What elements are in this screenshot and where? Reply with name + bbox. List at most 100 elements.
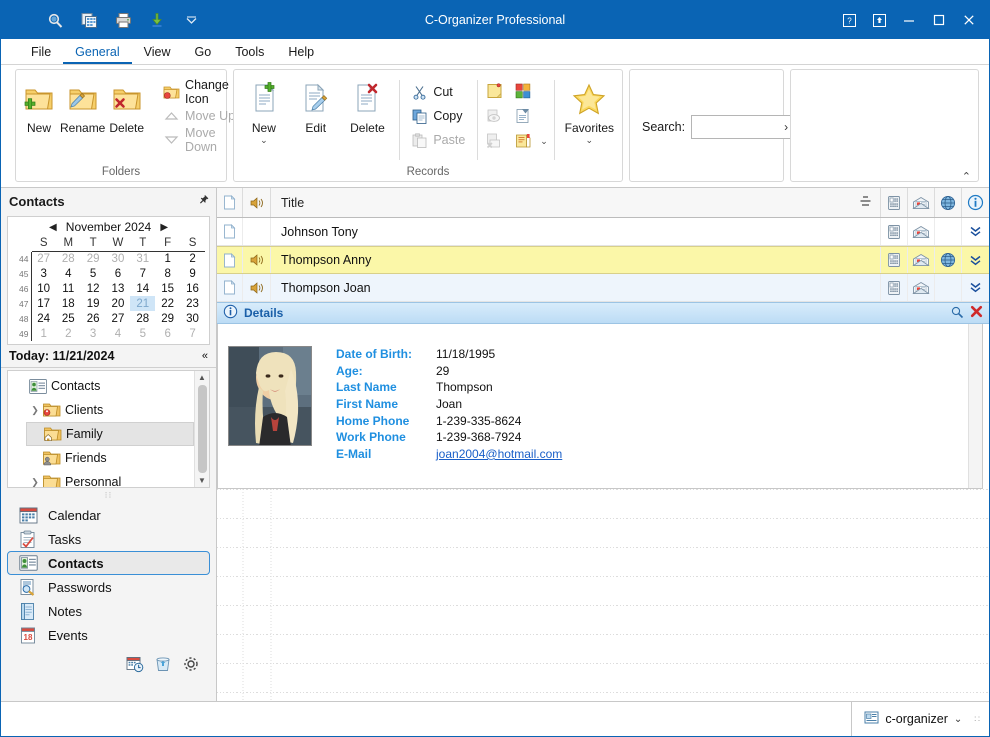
calendar-day[interactable]: 17	[31, 296, 56, 311]
table-row[interactable]: Thompson Anny	[217, 246, 989, 274]
calendar-day[interactable]: 29	[81, 251, 106, 266]
search-go-icon[interactable]: ›	[784, 120, 788, 134]
column-header-phone[interactable]	[881, 188, 908, 217]
calendar-day[interactable]: 5	[130, 326, 155, 341]
calendar-day[interactable]: 27	[31, 251, 56, 266]
calendar-day[interactable]: 7	[180, 326, 205, 341]
calendar-day[interactable]: 23	[180, 296, 205, 311]
delete-print-icon[interactable]	[484, 130, 506, 152]
tree-node-friends[interactable]: Friends	[26, 446, 194, 470]
send-mail-icon[interactable]	[512, 130, 534, 152]
row-document-icon[interactable]	[217, 218, 243, 245]
chevron-down-icon[interactable]: ⌄	[954, 714, 962, 725]
search-icon[interactable]	[43, 8, 67, 32]
row-document-icon[interactable]	[217, 274, 243, 301]
column-header-sound[interactable]	[243, 188, 271, 217]
row-web-icon[interactable]	[935, 218, 962, 245]
row-expand-button[interactable]	[962, 218, 989, 245]
calendar-day[interactable]: 1	[155, 251, 180, 266]
calendar-day[interactable]: 2	[180, 251, 205, 266]
settings-gear-icon[interactable]	[182, 655, 200, 676]
calendar-day[interactable]: 16	[180, 281, 205, 296]
menu-item-go[interactable]: Go	[183, 42, 224, 64]
folder-rename-button[interactable]: Rename	[58, 76, 107, 137]
row-web-icon[interactable]	[935, 247, 962, 273]
close-red-icon[interactable]	[970, 305, 983, 321]
row-web-icon[interactable]	[935, 274, 962, 301]
calendar-day[interactable]: 13	[106, 281, 131, 296]
calendar-day[interactable]: 3	[81, 326, 106, 341]
calendar-day[interactable]: 12	[81, 281, 106, 296]
menu-item-tools[interactable]: Tools	[223, 42, 276, 64]
template-icon[interactable]	[512, 105, 534, 127]
calendar-day[interactable]: 20	[106, 296, 131, 311]
calendar-clock-icon[interactable]	[126, 655, 144, 676]
sticky-note-icon[interactable]	[484, 80, 506, 102]
close-button[interactable]	[955, 5, 983, 35]
customize-chevron-icon[interactable]	[179, 8, 203, 32]
calendar-collapse-button[interactable]: «	[202, 350, 208, 362]
column-header-web[interactable]	[935, 188, 962, 217]
calendar-day[interactable]: 25	[56, 311, 81, 326]
import-icon[interactable]	[145, 8, 169, 32]
row-sound-icon[interactable]	[243, 247, 271, 273]
record-edit-button[interactable]: Edit	[290, 76, 342, 137]
menu-item-help[interactable]: Help	[276, 42, 326, 64]
restore-down-button[interactable]	[865, 5, 893, 35]
calendar-day[interactable]: 6	[155, 326, 180, 341]
print-icon[interactable]	[111, 8, 135, 32]
record-new-button[interactable]: New ⌄	[238, 76, 290, 146]
row-mail-icon[interactable]	[908, 274, 935, 301]
sidebar-item-contacts[interactable]: Contacts	[7, 551, 210, 575]
ribbon-collapse-button[interactable]: ⌃	[962, 170, 971, 183]
row-document-icon[interactable]	[217, 247, 243, 273]
calendar-day[interactable]: 1	[31, 326, 56, 341]
chevron-down-icon[interactable]: ⌄	[586, 136, 594, 145]
column-header-title[interactable]: Title	[271, 188, 881, 217]
calendar-day[interactable]: 3	[31, 266, 56, 281]
find-icon[interactable]	[950, 305, 964, 322]
cut-button[interactable]: Cut	[406, 80, 471, 104]
maximize-button[interactable]	[925, 5, 953, 35]
calendar-day[interactable]: 4	[56, 266, 81, 281]
recycle-bin-icon[interactable]	[154, 655, 172, 676]
row-phone-icon[interactable]	[881, 247, 908, 273]
scroll-down-button[interactable]: ▼	[198, 474, 206, 487]
row-sound-icon[interactable]	[243, 274, 271, 301]
calendar-day[interactable]: 9	[180, 266, 205, 281]
folder-new-button[interactable]: New	[20, 76, 58, 137]
minimize-button[interactable]	[895, 5, 923, 35]
calendar-day[interactable]: 28	[130, 311, 155, 326]
calendar-day[interactable]: 30	[180, 311, 205, 326]
row-title[interactable]: Thompson Joan	[271, 274, 881, 301]
row-phone-icon[interactable]	[881, 274, 908, 301]
tree-node-clients[interactable]: ❯ Clients	[26, 398, 194, 422]
calendar-day[interactable]: 4	[106, 326, 131, 341]
detail-field-value[interactable]: joan2004@hotmail.com	[436, 447, 562, 461]
tree-expander[interactable]: ❯	[28, 405, 42, 416]
group-icon[interactable]	[859, 195, 872, 211]
tree-scrollbar[interactable]: ▲ ▼	[194, 371, 209, 487]
tiles-view-icon[interactable]	[512, 80, 534, 102]
row-mail-icon[interactable]	[908, 218, 935, 245]
preview-icon[interactable]	[484, 105, 506, 127]
calendar-day[interactable]: 19	[81, 296, 106, 311]
tree-expander[interactable]: ❯	[28, 477, 42, 488]
favorites-button[interactable]: Favorites ⌄	[561, 76, 618, 146]
sidebar-item-notes[interactable]: Notes	[7, 599, 210, 623]
pin-icon[interactable]	[194, 192, 212, 210]
resize-grip[interactable]: ∷	[974, 714, 989, 725]
chevron-down-icon[interactable]: ⌄	[260, 136, 268, 145]
calendar-day[interactable]: 14	[130, 281, 155, 296]
scroll-thumb[interactable]	[197, 385, 207, 473]
calendar-day[interactable]: 22	[155, 296, 180, 311]
calendar-day[interactable]: 27	[106, 311, 131, 326]
calendar-day[interactable]: 29	[155, 311, 180, 326]
row-sound-icon[interactable]	[243, 218, 271, 245]
row-title[interactable]: Thompson Anny	[271, 247, 881, 273]
search-input[interactable]: ›	[691, 115, 796, 139]
sidebar-item-tasks[interactable]: Tasks	[7, 527, 210, 551]
tree-node-personnal[interactable]: ❯ Personnal	[26, 470, 194, 487]
calendar-day[interactable]: 26	[81, 311, 106, 326]
menu-item-view[interactable]: View	[132, 42, 183, 64]
